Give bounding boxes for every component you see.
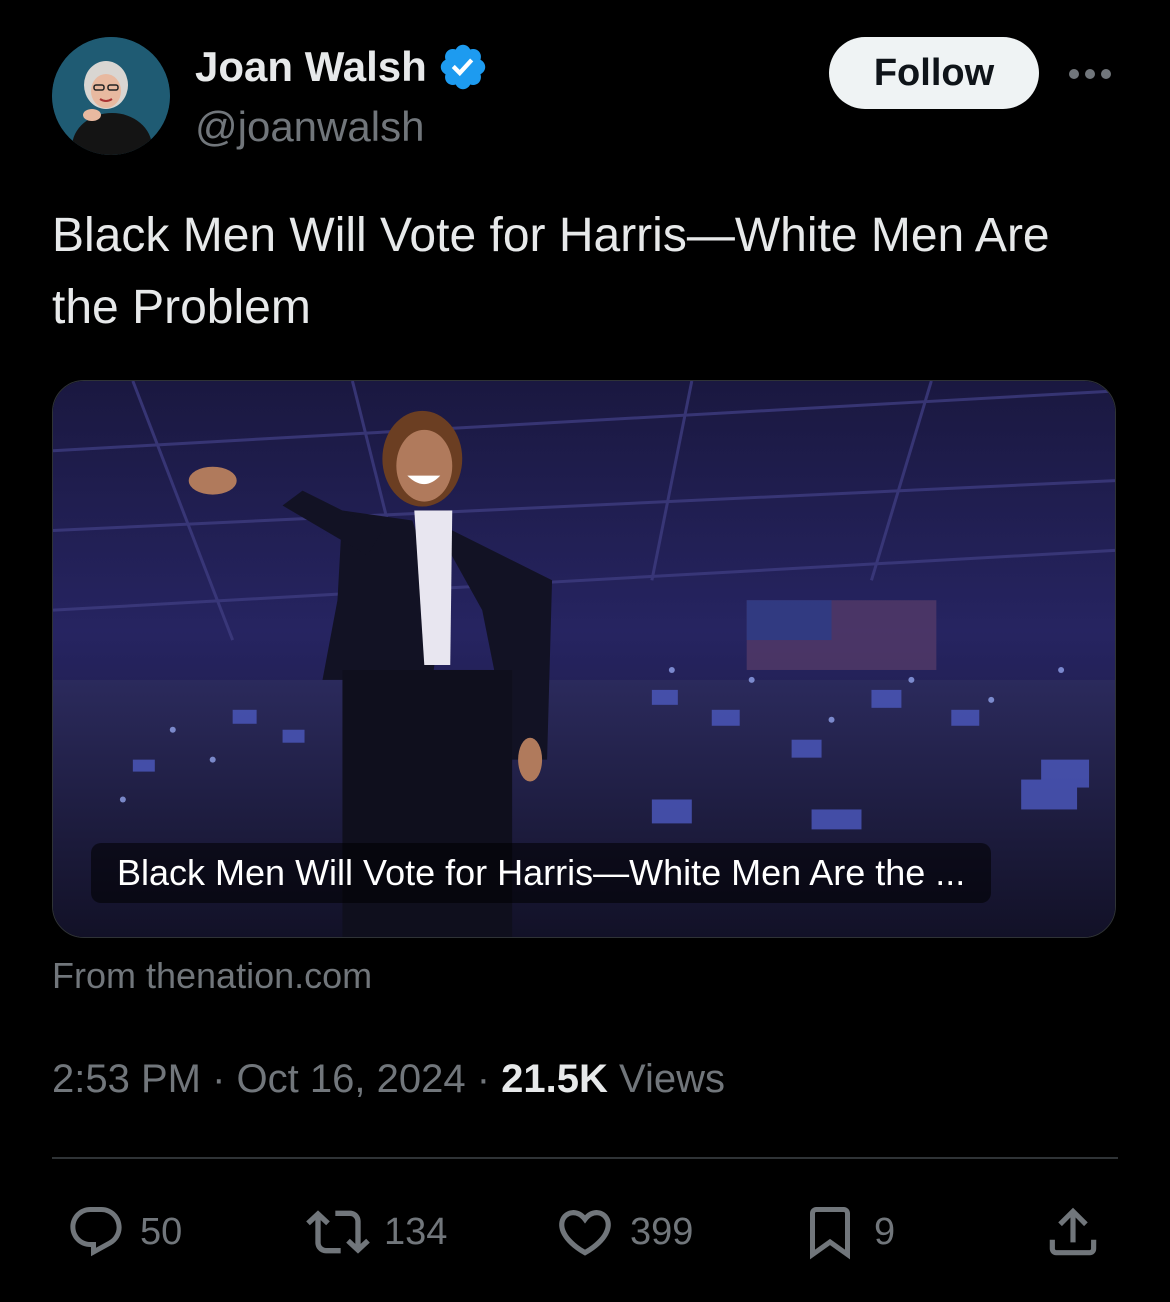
more-icon (1069, 69, 1111, 79)
share-button[interactable] (1042, 1200, 1104, 1264)
like-icon (559, 1210, 611, 1256)
meta-separator: · (212, 1057, 237, 1101)
author-name-row[interactable]: Joan Walsh (195, 40, 489, 94)
author-name[interactable]: Joan Walsh (195, 40, 427, 94)
repost-count: 134 (384, 1210, 448, 1253)
reply-count: 50 (140, 1210, 183, 1253)
like-count: 399 (630, 1210, 694, 1253)
share-icon (1049, 1207, 1097, 1256)
repost-icon (306, 1210, 370, 1254)
bookmark-icon (810, 1207, 850, 1260)
link-card-title[interactable]: Black Men Will Vote for Harris—White Men… (91, 843, 992, 903)
follow-button[interactable]: Follow (829, 37, 1039, 109)
reply-icon (70, 1207, 122, 1257)
repost-button[interactable]: 134 (306, 1200, 447, 1264)
tweet-text: Black Men Will Vote for Harris—White Men… (52, 209, 1050, 334)
verified-badge-icon (440, 44, 486, 90)
tweet-date[interactable]: Oct 16, 2024 (237, 1057, 466, 1101)
like-button[interactable]: 399 (554, 1200, 693, 1264)
bookmark-count: 9 (874, 1210, 896, 1253)
views-count: 21.5K (501, 1057, 608, 1101)
author-handle[interactable]: @joanwalsh (195, 100, 424, 154)
views-label: Views (619, 1057, 725, 1101)
link-source[interactable]: From thenation.com (52, 952, 372, 1000)
divider (52, 1157, 1118, 1159)
bookmark-button[interactable]: 9 (800, 1200, 895, 1264)
reply-button[interactable]: 50 (66, 1200, 182, 1264)
avatar-image (52, 37, 170, 155)
more-options-button[interactable] (1064, 56, 1116, 92)
avatar[interactable] (52, 37, 170, 155)
meta-separator: · (476, 1057, 502, 1101)
link-card[interactable]: Black Men Will Vote for Harris—White Men… (52, 380, 1116, 938)
tweet-meta: 2:53 PM · Oct 16, 2024 · 21.5K Views (52, 1052, 725, 1106)
tweet-time[interactable]: 2:53 PM (52, 1057, 201, 1101)
